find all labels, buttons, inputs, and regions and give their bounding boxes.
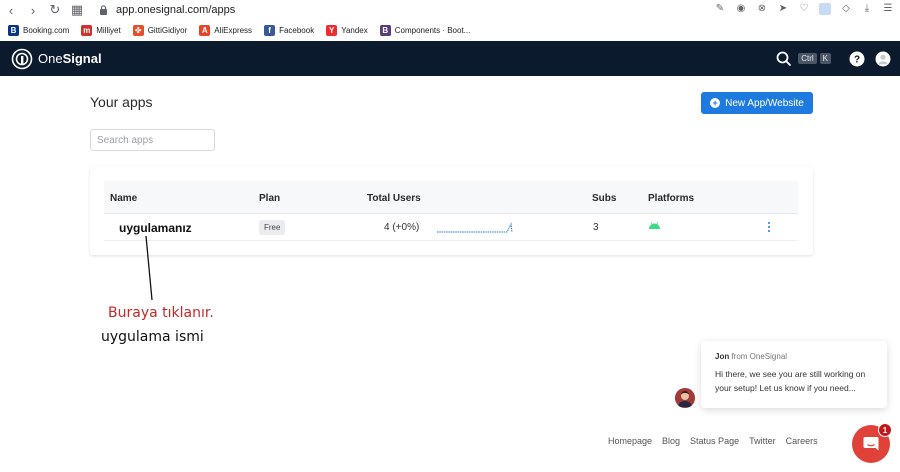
footer-link-careers[interactable]: Careers (786, 436, 818, 446)
chat-icon (863, 437, 879, 451)
logo-text-light: One (38, 51, 63, 66)
total-users-value: 4 (+0%) (384, 222, 420, 233)
page-title: Your apps (90, 94, 153, 110)
plus-icon: + (710, 98, 721, 108)
bootstrap-icon: B (379, 24, 391, 36)
send-icon[interactable]: ➤ (777, 3, 789, 15)
footer-link-blog[interactable]: Blog (662, 436, 680, 446)
edit-icon[interactable]: ✎ (714, 3, 726, 15)
footer-link-status-page[interactable]: Status Page (690, 436, 739, 446)
help-icon[interactable]: ? (849, 51, 865, 67)
chat-agent-avatar (675, 388, 695, 408)
browser-actions: ✎ ◉ ⊗ ➤ ♡ ◇ ⤓ ☰ (714, 3, 894, 15)
bookmark-label: Booking.com (23, 25, 70, 35)
logo-text-bold: Signal (62, 51, 102, 66)
lock-icon (96, 3, 110, 17)
chat-sender-name: Jon (715, 352, 730, 361)
url-text: app.onesignal.com/apps (116, 4, 236, 16)
footer-links: Homepage Blog Status Page Twitter Careers (608, 436, 818, 446)
gittigidiyor-icon: ✤ (132, 24, 144, 36)
chat-message-text: Hi there, we see you are still working o… (715, 369, 866, 393)
address-bar[interactable]: app.onesignal.com/apps (96, 3, 235, 17)
extension-icon[interactable] (819, 3, 831, 15)
new-app-label: New App/Website (725, 97, 804, 109)
header-subs[interactable]: Subs (592, 193, 616, 204)
bookmark-label: GittiGidiyor (147, 25, 188, 35)
footer-link-homepage[interactable]: Homepage (608, 436, 652, 446)
bookmark-item[interactable]: A AliExpress (199, 24, 253, 36)
subs-value: 3 (593, 222, 599, 233)
chat-unread-badge: 1 (878, 423, 892, 437)
milliyet-icon: m (81, 24, 93, 36)
onesignal-logo-icon (11, 48, 33, 69)
plan-badge: Free (259, 220, 286, 235)
bookmark-item[interactable]: ✤ GittiGidiyor (132, 24, 188, 36)
annotation-click-note: Buraya tıklanır. (108, 305, 214, 321)
header-plan[interactable]: Plan (259, 193, 280, 204)
bookmark-label: Components · Boot... (394, 25, 471, 35)
row-more-options-icon[interactable] (764, 220, 774, 234)
bookmark-item[interactable]: f Facebook (264, 24, 315, 36)
new-app-button[interactable]: + New App/Website (701, 92, 813, 114)
users-sparkline (437, 222, 513, 233)
shortcut-k-key: K (819, 53, 831, 64)
chat-message-bubble[interactable]: Jon from OneSignal Hi there, we see you … (701, 341, 887, 408)
footer-link-twitter[interactable]: Twitter (749, 436, 776, 446)
apps-grid-icon[interactable]: ▦ (66, 0, 88, 20)
bookmark-label: Yandex (341, 25, 368, 35)
annotation-app-name-note: uygulama ismi (101, 329, 204, 345)
user-avatar[interactable] (875, 51, 891, 67)
booking-icon: B (8, 24, 19, 36)
bookmark-label: Facebook (279, 25, 315, 35)
browser-toolbar: ‹ › ↻ ▦ app.onesignal.com/apps ✎ ◉ ⊗ ➤ ♡… (0, 0, 900, 20)
header-platforms[interactable]: Platforms (648, 193, 694, 204)
yandex-icon: Y (326, 24, 338, 36)
app-header: OneSignal Ctrl K ? (0, 41, 900, 76)
table-row[interactable]: uygulamanız Free 4 (+0%) 3 (104, 215, 798, 241)
bookmark-label: Milliyet (96, 25, 121, 35)
heart-icon[interactable]: ♡ (798, 3, 810, 15)
forward-icon[interactable]: › (22, 0, 44, 20)
chat-sender-suffix: from OneSignal (729, 352, 788, 361)
app-name-link[interactable]: uygulamanız (119, 221, 192, 235)
reload-icon[interactable]: ↻ (44, 0, 66, 20)
apps-table-card: Name Plan Total Users Subs Platforms uyg… (90, 167, 813, 255)
search-apps-input[interactable] (90, 129, 215, 151)
bookmark-item[interactable]: Y Yandex (326, 24, 368, 36)
cube-icon[interactable]: ◇ (840, 3, 852, 15)
table-header: Name Plan Total Users Subs Platforms (104, 181, 798, 214)
header-name[interactable]: Name (110, 193, 137, 204)
bookmark-item[interactable]: B Booking.com (8, 24, 70, 36)
search-icon[interactable] (776, 51, 792, 67)
onesignal-logo[interactable]: OneSignal (11, 48, 102, 70)
back-icon[interactable]: ‹ (0, 0, 22, 20)
bookmark-label: AliExpress (214, 25, 253, 35)
menu-icon[interactable]: ☰ (882, 3, 894, 15)
aliexpress-icon: A (199, 24, 211, 36)
bookmarks-bar: B Booking.com m Milliyet ✤ GittiGidiyor A AliEx… (0, 20, 900, 40)
download-icon[interactable]: ⤓ (861, 3, 873, 15)
svg-text:?: ? (854, 54, 860, 65)
header-total-users[interactable]: Total Users (367, 193, 421, 204)
facebook-icon: f (264, 24, 276, 36)
block-icon[interactable]: ⊗ (756, 3, 768, 15)
bookmark-item[interactable]: m Milliyet (81, 24, 121, 36)
header-actions: Ctrl K ? (776, 41, 891, 76)
android-icon (649, 221, 660, 229)
camera-icon[interactable]: ◉ (735, 3, 747, 15)
bookmark-item[interactable]: B Components · Boot... (379, 24, 471, 36)
shortcut-ctrl-key: Ctrl (798, 53, 817, 64)
